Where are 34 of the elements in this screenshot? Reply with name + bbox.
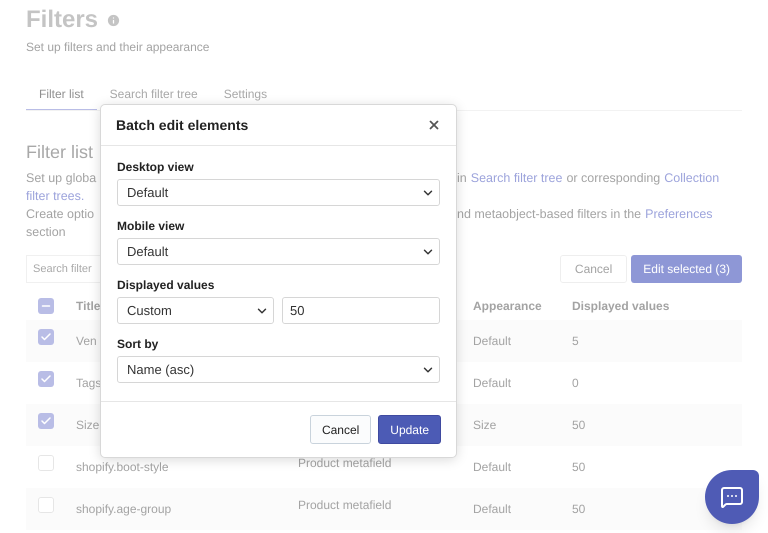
description-text: Create optio	[26, 207, 94, 221]
column-header: Appearance	[473, 298, 543, 315]
description-text: in	[457, 170, 467, 187]
description-text: Set up globa	[26, 171, 96, 185]
field-label: Sort by	[117, 337, 160, 351]
table-cell-text: shopify.age-group	[76, 501, 172, 518]
description-text: section	[26, 225, 66, 239]
table-cell-text: Default	[473, 459, 512, 476]
table-cell-text: 0	[572, 375, 579, 392]
description-text: nd metaobject-based filters in the	[457, 206, 642, 223]
column-header: Title	[76, 298, 100, 315]
field-label: Displayed values	[117, 278, 216, 292]
page-title: Filters	[26, 5, 98, 35]
page-subtitle: Set up filters and their appearance	[26, 39, 210, 56]
table-cell-text: Default	[473, 375, 512, 392]
table-cell: Product metafield	[298, 456, 392, 470]
table-cell-text: 50	[572, 417, 586, 434]
table-cell-text: shopify.boot-style	[76, 459, 168, 476]
field-label: Desktop view	[117, 160, 195, 174]
table-cell: Product metafield	[298, 498, 392, 512]
table-cell-text: Size	[76, 417, 100, 434]
table-cell-text: Default	[473, 333, 512, 350]
table-cell-text: Size	[473, 417, 496, 434]
description-text: or corresponding	[566, 170, 660, 187]
column-header: Displayed values	[572, 298, 670, 315]
table-cell-text: Tags	[76, 375, 102, 392]
dialog-title: Batch edit elements	[116, 116, 248, 134]
table-cell-text: Ven	[76, 333, 97, 350]
table-cell-text: 5	[572, 333, 579, 350]
table-cell-text: 50	[572, 501, 586, 518]
field-label: Mobile view	[117, 219, 186, 233]
table-cell-text: 50	[572, 459, 586, 476]
table-cell-text: Default	[473, 501, 512, 518]
section-heading: Filter list	[26, 141, 94, 163]
